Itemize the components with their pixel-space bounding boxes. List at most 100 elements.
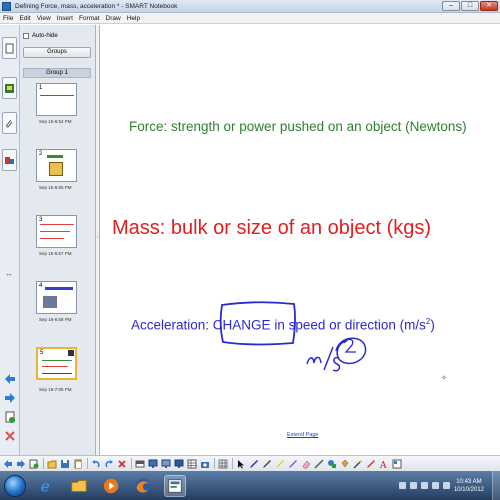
- text-icon: A: [379, 461, 387, 469]
- page-thumbnail[interactable]: 3: [36, 215, 77, 248]
- table-button[interactable]: [186, 458, 197, 469]
- shape-pen-icon: [366, 459, 375, 468]
- taskbar-internet-explorer[interactable]: e: [36, 475, 58, 497]
- page-thumbnail[interactable]: 4: [36, 281, 77, 314]
- close-paren: ): [430, 317, 435, 333]
- tray-volume-icon[interactable]: [420, 482, 428, 489]
- gallery-tab[interactable]: [2, 77, 17, 99]
- ink-handwritten-s: [332, 356, 341, 372]
- taskbar-media-player[interactable]: [100, 475, 122, 497]
- minimize-button[interactable]: –: [442, 1, 460, 11]
- save-button[interactable]: [59, 458, 70, 469]
- thumbnail-menu-button[interactable]: [68, 350, 74, 356]
- menu-file[interactable]: File: [3, 15, 13, 22]
- smart-notebook-icon: [2, 1, 11, 11]
- line-tool[interactable]: [313, 458, 324, 469]
- close-button[interactable]: ✕: [480, 1, 498, 11]
- groups-button[interactable]: Groups: [23, 47, 91, 58]
- ink-handwritten-circle: [335, 337, 367, 365]
- tray-network-icon[interactable]: [409, 482, 417, 489]
- capture-button[interactable]: [160, 458, 171, 469]
- redo-button[interactable]: [103, 458, 114, 469]
- previous-page-icon[interactable]: [4, 373, 16, 385]
- page-sorter-panel: Auto-hide Groups Group 1 1 Sep 16-6:54 P…: [20, 25, 96, 455]
- folder-icon: [71, 479, 87, 492]
- menu-draw[interactable]: Draw: [106, 15, 121, 22]
- taskbar-clock[interactable]: 10:43 AM 10/10/2012: [454, 478, 484, 494]
- sidebar-splitter[interactable]: ‹: [96, 25, 100, 455]
- magic-wand-tool[interactable]: [352, 458, 363, 469]
- next-page-icon[interactable]: [4, 392, 16, 404]
- creative-pen-tool[interactable]: [261, 458, 272, 469]
- group-header[interactable]: Group 1: [23, 68, 91, 78]
- pen-tool[interactable]: [248, 458, 259, 469]
- menu-edit[interactable]: Edit: [19, 15, 30, 22]
- paste-button[interactable]: [72, 458, 83, 469]
- svg-text:e: e: [41, 477, 50, 495]
- autohide-checkbox[interactable]: [23, 33, 29, 39]
- delete-button[interactable]: [116, 458, 127, 469]
- screen-shade-button[interactable]: [134, 458, 145, 469]
- autohide-option[interactable]: Auto-hide: [23, 33, 58, 39]
- maximize-button[interactable]: □: [461, 1, 479, 11]
- add-page-button[interactable]: [28, 458, 39, 469]
- delete-icon: [117, 459, 126, 468]
- menu-insert[interactable]: Insert: [57, 15, 73, 22]
- thumbnail-time: Sep 16-6:54 PM: [39, 119, 72, 124]
- svg-text:A: A: [379, 461, 387, 469]
- force-definition[interactable]: Force: strength or power pushed on an ob…: [129, 119, 467, 134]
- properties-tab[interactable]: [2, 149, 17, 171]
- taskbar-explorer[interactable]: [68, 475, 90, 497]
- thumbnail-number: 3: [39, 217, 43, 223]
- text-tool[interactable]: A: [378, 458, 389, 469]
- page-thumbnail-selected[interactable]: 5: [36, 347, 77, 380]
- menu-view[interactable]: View: [37, 15, 51, 22]
- tray-power-icon[interactable]: [431, 482, 439, 489]
- tray-flag-icon[interactable]: [398, 482, 406, 489]
- highlighter-tool[interactable]: [274, 458, 285, 469]
- table-icon: [187, 459, 196, 468]
- full-screen-button[interactable]: [147, 458, 158, 469]
- document-camera-button[interactable]: [199, 458, 210, 469]
- shapes-tool[interactable]: [326, 458, 337, 469]
- undo-button[interactable]: [90, 458, 101, 469]
- thumbnail-time: Sep 16-6:58 PM: [39, 317, 72, 322]
- next-page-button[interactable]: [15, 458, 26, 469]
- taskbar-smart-notebook[interactable]: [164, 474, 186, 497]
- extend-page-link[interactable]: Extend Page: [287, 432, 319, 438]
- forward-arrow-icon: [16, 459, 25, 468]
- select-tool[interactable]: [235, 458, 246, 469]
- previous-page-button[interactable]: [2, 458, 13, 469]
- grid-button[interactable]: [217, 458, 228, 469]
- thumbnail-image: [43, 296, 57, 308]
- tray-smart-icon[interactable]: [442, 482, 450, 489]
- acceleration-definition[interactable]: Acceleration: CHANGE in speed or directi…: [131, 317, 435, 333]
- mass-definition[interactable]: Mass: bulk or size of an object (kgs): [112, 217, 431, 240]
- properties-button[interactable]: [391, 458, 402, 469]
- page-thumbnail[interactable]: 1: [36, 83, 77, 116]
- fill-tool[interactable]: [339, 458, 350, 469]
- menu-help[interactable]: Help: [127, 15, 140, 22]
- notebook-page[interactable]: Force: strength or power pushed on an ob…: [101, 25, 500, 455]
- expand-arrows-icon[interactable]: ↔: [5, 269, 13, 278]
- open-button[interactable]: [46, 458, 57, 469]
- show-desktop-button[interactable]: [492, 471, 500, 500]
- taskbar-firefox[interactable]: [132, 475, 154, 497]
- properties-icon: [392, 459, 401, 468]
- monitor-icon: [148, 459, 157, 468]
- magic-pen-tool[interactable]: [287, 458, 298, 469]
- dual-display-button[interactable]: [173, 458, 184, 469]
- ink-handwritten-2: [343, 338, 356, 353]
- add-page-icon[interactable]: [4, 411, 16, 423]
- page-sorter-tab[interactable]: [2, 37, 17, 59]
- attachments-tab[interactable]: [2, 112, 17, 134]
- page-thumbnail[interactable]: 2: [36, 149, 77, 182]
- shape-recognition-tool[interactable]: [365, 458, 376, 469]
- start-button[interactable]: [4, 474, 26, 497]
- delete-page-icon[interactable]: [4, 430, 16, 442]
- eraser-icon: [302, 460, 310, 468]
- ink-handwritten-m: [306, 356, 322, 365]
- screen-shade-icon: [135, 460, 144, 467]
- eraser-tool[interactable]: [300, 458, 311, 469]
- menu-format[interactable]: Format: [79, 15, 100, 22]
